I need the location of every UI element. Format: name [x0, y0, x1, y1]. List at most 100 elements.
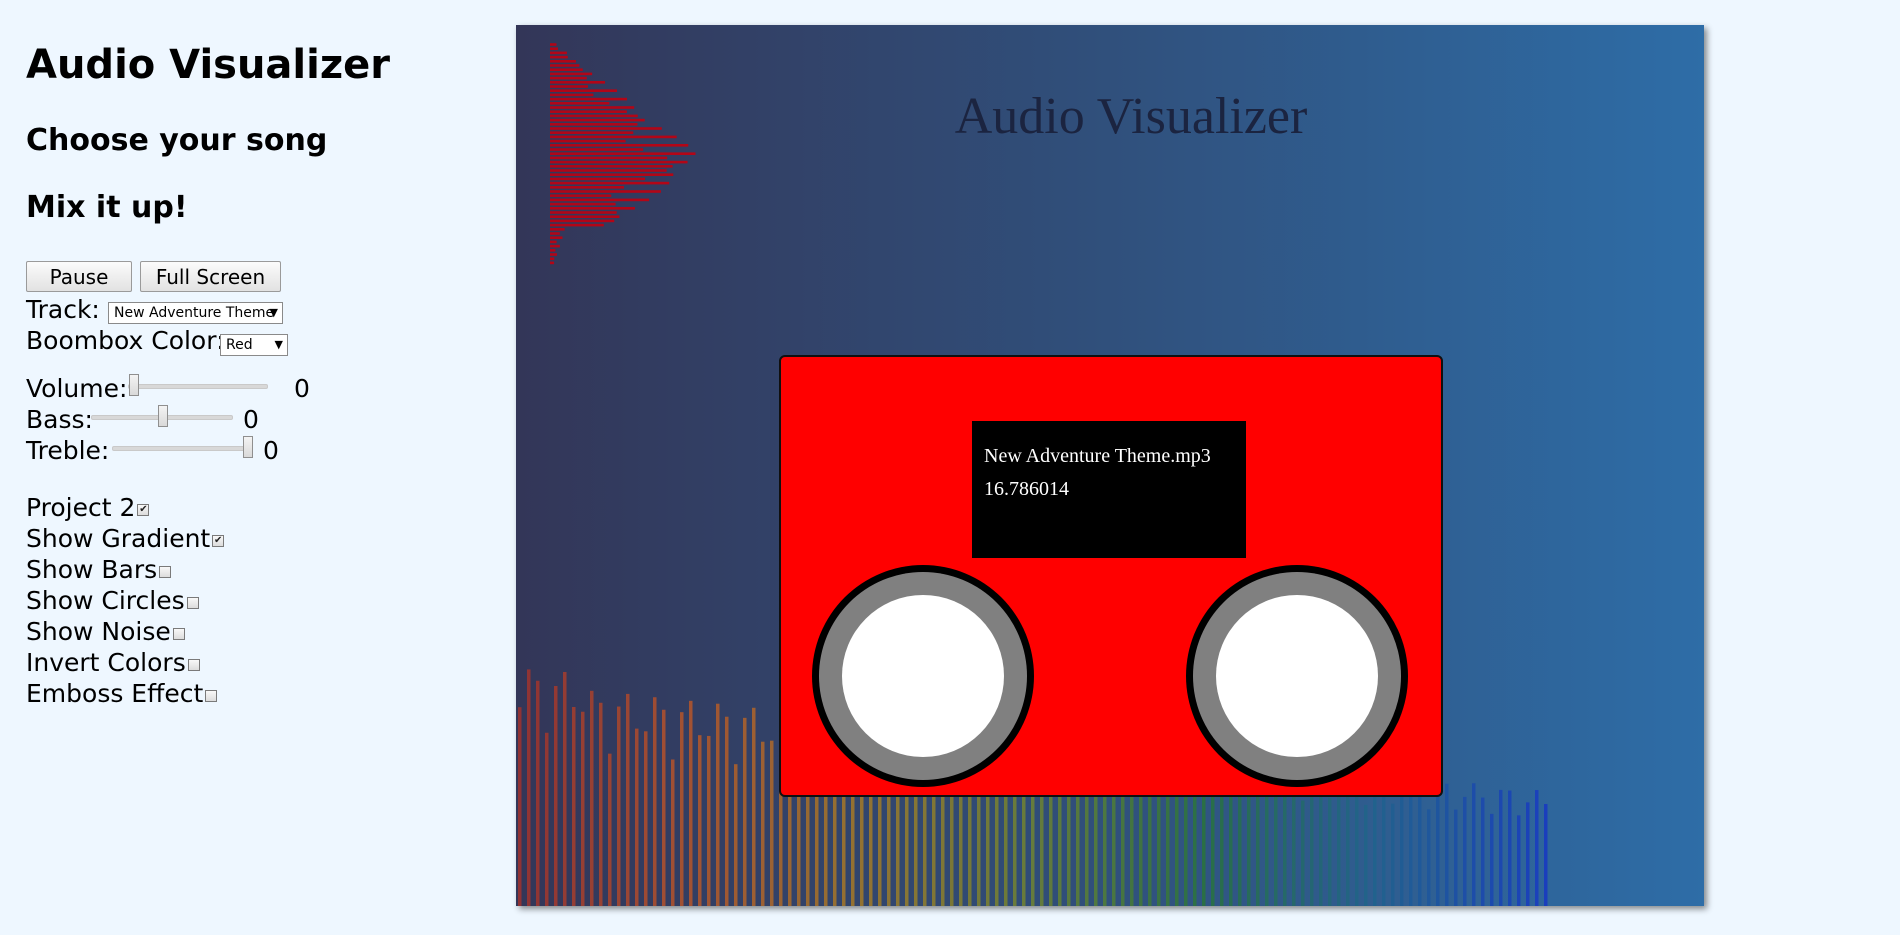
- bottom-bar: [1535, 790, 1539, 906]
- page-title: Audio Visualizer: [26, 42, 390, 88]
- bottom-bar: [1292, 777, 1296, 906]
- project-2-label: Project 2: [26, 493, 136, 522]
- bottom-bar: [1517, 815, 1521, 906]
- show-noise-checkbox[interactable]: [172, 628, 185, 640]
- show-circles-label: Show Circles: [26, 586, 185, 615]
- bottom-bar: [1112, 787, 1116, 906]
- show-bars-label: Show Bars: [26, 555, 158, 584]
- bottom-bar: [986, 779, 990, 906]
- bottom-bar: [680, 712, 684, 906]
- bottom-bar: [707, 735, 711, 906]
- bottom-bar: [626, 693, 630, 906]
- choose-song-heading: Choose your song: [26, 123, 328, 158]
- bottom-bar: [1418, 791, 1422, 906]
- left-speaker-cone: [842, 595, 1004, 757]
- bottom-bar: [725, 716, 729, 906]
- bottom-bar: [545, 732, 549, 906]
- volume-value: 0: [294, 374, 310, 403]
- bottom-bar: [1400, 791, 1404, 906]
- bottom-bar: [1544, 804, 1548, 906]
- bass-slider[interactable]: [91, 405, 233, 427]
- bottom-bar: [662, 709, 666, 906]
- show-bars-checkbox[interactable]: [159, 566, 172, 578]
- invert-colors-checkbox[interactable]: [187, 659, 200, 671]
- boombox-display: New Adventure Theme.mp3 16.786014: [972, 421, 1246, 558]
- bottom-bar: [1139, 779, 1143, 906]
- bottom-bar: [689, 700, 693, 906]
- project-2-checkbox[interactable]: ✔: [137, 504, 150, 516]
- right-speaker: [1186, 565, 1408, 787]
- mix-heading: Mix it up!: [26, 190, 188, 225]
- volume-slider-thumb[interactable]: [129, 374, 139, 396]
- bottom-bar: [536, 680, 540, 906]
- track-select[interactable]: New Adventure Theme ▼: [108, 302, 283, 324]
- dropdown-arrow-icon: ▼: [269, 306, 278, 319]
- emboss-effect-label: Emboss Effect: [26, 679, 204, 708]
- bottom-bar: [1337, 786, 1341, 906]
- bottom-bar: [1463, 796, 1467, 906]
- bottom-bar: [752, 707, 756, 906]
- bottom-bar: [1427, 809, 1431, 906]
- bottom-bar: [1526, 802, 1530, 906]
- visualizer-canvas[interactable]: Audio Visualizer New Adventure Theme.mp3…: [516, 25, 1704, 906]
- treble-slider-thumb[interactable]: [243, 436, 253, 458]
- bottom-bar: [1472, 783, 1476, 906]
- bottom-bar: [734, 764, 738, 906]
- song-time: 16.786014: [984, 478, 1069, 500]
- bottom-bar: [1202, 785, 1206, 906]
- bottom-bar: [563, 671, 567, 906]
- bottom-bar: [518, 707, 522, 906]
- bottom-bar: [1328, 797, 1332, 906]
- bottom-bar: [1355, 784, 1359, 906]
- bottom-bar: [1436, 783, 1440, 906]
- volume-label: Volume:: [26, 374, 128, 403]
- bottom-bar: [770, 740, 774, 906]
- fullscreen-button[interactable]: Full Screen: [140, 261, 281, 292]
- volume-slider[interactable]: [128, 374, 268, 396]
- track-label: Track:: [26, 295, 100, 324]
- boombox-color-select-value: Red: [226, 337, 253, 353]
- show-noise-label: Show Noise: [26, 617, 171, 646]
- treble-slider[interactable]: [112, 436, 253, 458]
- bottom-bar: [1301, 800, 1305, 906]
- treble-label: Treble:: [26, 436, 110, 465]
- invert-colors-label: Invert Colors: [26, 648, 186, 677]
- bottom-bar: [554, 685, 558, 906]
- boombox-color-label: Boombox Color:: [26, 326, 225, 355]
- bottom-bar: [1391, 803, 1395, 906]
- show-circles-checkbox[interactable]: [186, 597, 199, 609]
- show-gradient-checkbox[interactable]: ✔: [212, 535, 225, 547]
- bottom-bar: [698, 735, 702, 906]
- bottom-bar: [572, 706, 576, 906]
- bottom-bar: [1490, 813, 1494, 906]
- bass-value: 0: [243, 405, 259, 434]
- bottom-bar: [761, 741, 765, 906]
- bass-label: Bass:: [26, 405, 93, 434]
- treble-value: 0: [263, 436, 279, 465]
- bottom-bar: [1238, 796, 1242, 906]
- bottom-bar: [635, 728, 639, 906]
- show-gradient-label: Show Gradient: [26, 524, 211, 553]
- bass-slider-thumb[interactable]: [158, 405, 168, 427]
- bottom-bar: [599, 702, 603, 906]
- bottom-bar: [653, 697, 657, 906]
- bottom-bar: [617, 706, 621, 906]
- bottom-bar: [1265, 791, 1269, 906]
- boombox: New Adventure Theme.mp3 16.786014: [779, 355, 1443, 797]
- bottom-bar: [716, 703, 720, 906]
- bottom-bar: [527, 669, 531, 906]
- bottom-bar: [1454, 809, 1458, 906]
- bottom-bar: [1175, 791, 1179, 906]
- bottom-bar: [608, 753, 612, 906]
- bottom-bar: [1445, 783, 1449, 906]
- left-speaker: [812, 565, 1034, 787]
- pause-button[interactable]: Pause: [26, 261, 132, 292]
- dropdown-arrow-icon: ▼: [274, 338, 283, 351]
- track-select-value: New Adventure Theme: [114, 305, 275, 321]
- emboss-effect-checkbox[interactable]: [205, 690, 218, 702]
- bottom-bar: [590, 690, 594, 906]
- song-filename: New Adventure Theme.mp3: [984, 445, 1211, 467]
- bottom-bar: [581, 711, 585, 906]
- bottom-bar: [1508, 790, 1512, 906]
- boombox-color-select[interactable]: Red ▼: [220, 334, 288, 356]
